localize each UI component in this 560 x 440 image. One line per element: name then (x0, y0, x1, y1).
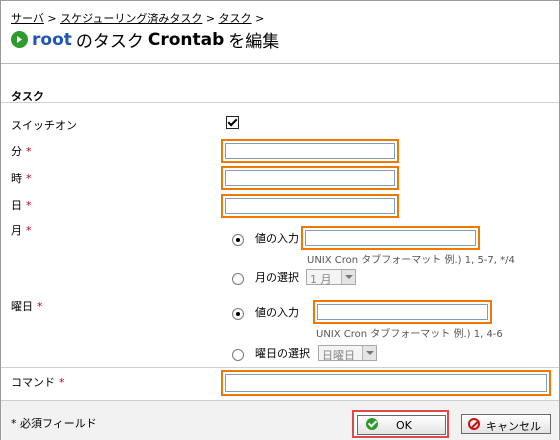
day-field-highlight (221, 194, 399, 218)
required-mark: * (26, 224, 32, 237)
month-hint: UNIX Cron タブフォーマット 例.) 1, 5-7, */4 (307, 255, 515, 266)
breadcrumb-separator: > (255, 12, 265, 25)
month-select-radio[interactable] (232, 273, 244, 285)
required-mark: * (26, 172, 32, 185)
command-field-highlight (221, 370, 551, 396)
month-select[interactable]: 1 月 (306, 269, 356, 286)
cancel-button[interactable]: キャンセル (461, 414, 551, 434)
month-select-value: 1 月 (310, 273, 332, 286)
weekday-label-text: 曜日 (11, 300, 33, 313)
minute-field-highlight (221, 139, 399, 163)
weekday-hint: UNIX Cron タブフォーマット 例.) 1, 4-6 (316, 329, 503, 340)
page-header: サーバ > スケジューリング済みタスク > タスク > root のタスク Cr… (1, 1, 559, 64)
ok-button[interactable]: OK (357, 415, 446, 435)
chevron-down-icon (341, 270, 355, 284)
weekday-select-radio[interactable] (232, 349, 244, 361)
ok-button-highlight: OK (352, 410, 449, 438)
chevron-down-icon (362, 346, 376, 360)
page-title: root のタスク Crontab を編集 (11, 27, 279, 52)
breadcrumb-separator: > (205, 12, 216, 25)
switch-on-label: スイッチオン (11, 119, 77, 132)
title-suffix: を編集 (228, 32, 280, 52)
hour-label: 時 * (11, 170, 32, 186)
breadcrumb-server[interactable]: サーバ (11, 12, 44, 25)
required-mark: * (26, 199, 32, 212)
required-note: * 必須フィールド (11, 417, 97, 430)
title-object: Crontab (147, 29, 225, 50)
hour-label-text: 時 (11, 172, 22, 185)
required-mark: * (37, 300, 43, 313)
breadcrumb-scheduled-tasks[interactable]: スケジューリング済みタスク (60, 12, 202, 25)
required-mark: * (59, 376, 65, 389)
hour-field-highlight (221, 166, 399, 190)
green-arrow-icon (11, 31, 28, 48)
weekday-select-value: 日曜日 (322, 349, 355, 362)
checkmark-icon (366, 418, 378, 430)
ok-button-label: OK (396, 419, 412, 432)
weekday-label: 曜日 * (11, 298, 43, 314)
section-divider (1, 102, 559, 103)
breadcrumb-task[interactable]: タスク (219, 12, 252, 25)
month-select-label: 月の選択 (255, 271, 299, 284)
day-label: 日 * (11, 197, 32, 213)
weekday-field-highlight (313, 300, 492, 324)
required-mark: * (26, 145, 32, 158)
minute-label-text: 分 (11, 145, 22, 158)
command-input[interactable] (225, 374, 547, 392)
hour-input[interactable] (225, 170, 395, 186)
month-enter-value-label: 値の入力 (255, 232, 299, 245)
month-enter-value-radio[interactable] (232, 234, 244, 246)
cancel-button-label: キャンセル (486, 420, 541, 433)
title-prefix: のタスク (75, 32, 144, 52)
title-user: root (32, 29, 72, 50)
weekday-select[interactable]: 日曜日 (318, 345, 377, 362)
command-label: コマンド * (11, 374, 65, 390)
day-input[interactable] (225, 198, 395, 214)
page-frame: サーバ > スケジューリング済みタスク > タスク > root のタスク Cr… (0, 0, 560, 440)
breadcrumb-separator: > (47, 12, 57, 25)
month-label: 月 * (11, 222, 32, 238)
divider (1, 367, 559, 368)
command-label-text: コマンド (11, 376, 55, 389)
switch-on-checkbox[interactable] (226, 116, 239, 129)
weekday-enter-value-radio[interactable] (232, 308, 244, 320)
minute-input[interactable] (225, 143, 395, 159)
month-input[interactable] (305, 230, 476, 246)
weekday-input[interactable] (317, 304, 488, 320)
month-field-highlight (301, 226, 480, 250)
day-label-text: 日 (11, 199, 22, 212)
weekday-select-label: 曜日の選択 (255, 347, 310, 360)
minute-label: 分 * (11, 143, 32, 159)
month-label-text: 月 (11, 224, 22, 237)
breadcrumb: サーバ > スケジューリング済みタスク > タスク > (11, 10, 264, 26)
weekday-enter-value-label: 値の入力 (255, 306, 299, 319)
cancel-icon (468, 418, 480, 430)
form-footer: * 必須フィールド OK キャンセル (1, 400, 559, 440)
